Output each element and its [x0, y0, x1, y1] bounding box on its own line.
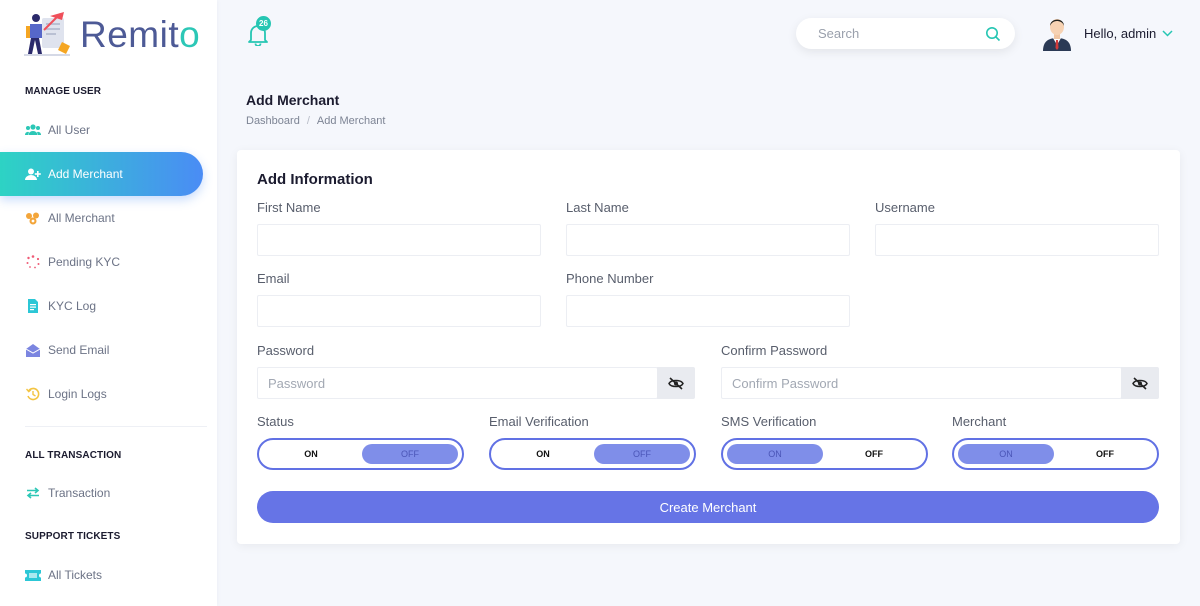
merchant-toggle[interactable]: ON OFF: [952, 438, 1159, 470]
email-field[interactable]: [257, 295, 541, 327]
toggle-confirm-password-visibility-button[interactable]: [1121, 367, 1159, 399]
first-name-label: First Name: [257, 200, 321, 215]
avatar[interactable]: [1040, 15, 1074, 51]
breadcrumb-current: Add Merchant: [316, 115, 386, 127]
search-icon[interactable]: [985, 26, 1001, 42]
sidebar-item-transaction[interactable]: Transaction: [0, 471, 203, 515]
sidebar-item-send-email[interactable]: Send Email: [0, 328, 203, 372]
sidebar: Remito MANAGE USER All User Add Merchant…: [0, 0, 217, 606]
sidebar-item-add-merchant[interactable]: Add Merchant: [0, 152, 203, 196]
sidebar-item-label: Pending KYC: [48, 255, 121, 269]
toggle-off-option[interactable]: OFF: [1057, 444, 1153, 464]
sidebar-item-label: Login Logs: [48, 387, 107, 401]
sidebar-item-all-user[interactable]: All User: [0, 108, 203, 152]
phone-label: Phone Number: [566, 271, 654, 286]
ticket-icon: [25, 568, 41, 582]
toggle-on-option[interactable]: ON: [958, 444, 1054, 464]
sidebar-item-pending-kyc[interactable]: Pending KYC: [0, 240, 203, 284]
merchant-label: Merchant: [952, 414, 1007, 429]
user-menu[interactable]: Hello, admin: [1084, 26, 1173, 41]
confirm-password-field[interactable]: [721, 367, 1122, 399]
search-bar: [796, 18, 1015, 49]
user-greeting: Hello, admin: [1084, 26, 1157, 41]
status-label: Status: [257, 414, 294, 429]
toggle-off-option[interactable]: OFF: [362, 444, 458, 464]
sms-verification-label: SMS Verification: [721, 414, 817, 429]
eye-slash-icon: [668, 376, 684, 390]
users-icon: [25, 123, 41, 137]
spinner-icon: [25, 255, 41, 269]
breadcrumb-separator: /: [306, 115, 310, 127]
section-manage-user: MANAGE USER: [25, 86, 102, 97]
breadcrumb: Dashboard / Add Merchant: [246, 115, 385, 127]
card-title: Add Information: [257, 171, 373, 188]
create-merchant-button[interactable]: Create Merchant: [257, 491, 1159, 523]
email-label: Email: [257, 271, 290, 286]
toggle-off-option[interactable]: OFF: [826, 444, 922, 464]
status-toggle[interactable]: ON OFF: [257, 438, 464, 470]
brand-name: Remito: [80, 12, 200, 58]
email-verification-toggle[interactable]: ON OFF: [489, 438, 696, 470]
last-name-field[interactable]: [566, 224, 850, 256]
sidebar-item-all-merchant[interactable]: All Merchant: [0, 196, 203, 240]
toggle-password-visibility-button[interactable]: [657, 367, 695, 399]
breadcrumb-dashboard[interactable]: Dashboard: [246, 115, 300, 127]
sidebar-item-label: All Merchant: [48, 211, 115, 225]
chevron-down-icon: [1162, 30, 1173, 37]
confirm-password-label: Confirm Password: [721, 343, 828, 358]
sms-verification-toggle[interactable]: ON OFF: [721, 438, 928, 470]
sidebar-item-label: All User: [48, 123, 91, 137]
toggle-on-option[interactable]: ON: [495, 444, 591, 464]
document-icon: [25, 299, 41, 313]
toggle-on-option[interactable]: ON: [727, 444, 823, 464]
username-label: Username: [875, 200, 935, 215]
email-verification-label: Email Verification: [489, 414, 589, 429]
password-label: Password: [257, 343, 315, 358]
exchange-icon: [25, 486, 41, 500]
sidebar-divider: [25, 426, 207, 427]
password-field[interactable]: [257, 367, 658, 399]
section-support-tickets: SUPPORT TICKETS: [25, 531, 121, 542]
sidebar-item-login-logs[interactable]: Login Logs: [0, 372, 203, 416]
username-field[interactable]: [875, 224, 1159, 256]
phone-number-field[interactable]: [566, 295, 850, 327]
sidebar-item-label: KYC Log: [48, 299, 97, 313]
history-icon: [25, 387, 41, 401]
brand-name-main: Remit: [80, 14, 180, 55]
sidebar-item-label: All Tickets: [48, 568, 103, 582]
eye-slash-icon: [1132, 376, 1148, 390]
brand-logo[interactable]: Remito: [24, 12, 200, 58]
sidebar-item-label: Add Merchant: [48, 167, 123, 181]
section-all-transaction: ALL TRANSACTION: [25, 450, 122, 461]
first-name-field[interactable]: [257, 224, 541, 256]
brand-name-accent: o: [179, 14, 201, 55]
envelope-open-icon: [25, 343, 41, 357]
search-input[interactable]: [818, 26, 978, 41]
logo-illustration-icon: [24, 12, 74, 58]
add-merchant-card: Add Information First Name Last Name Use…: [237, 150, 1180, 544]
toggle-off-option[interactable]: OFF: [594, 444, 690, 464]
user-plus-icon: [25, 167, 41, 181]
sidebar-item-label: Transaction: [48, 486, 111, 500]
notification-count-badge: 26: [256, 16, 271, 31]
last-name-label: Last Name: [566, 200, 629, 215]
merchants-icon: [25, 211, 41, 225]
sidebar-item-all-tickets[interactable]: All Tickets: [0, 553, 203, 597]
sidebar-item-kyc-log[interactable]: KYC Log: [0, 284, 203, 328]
sidebar-item-label: Send Email: [48, 343, 110, 357]
toggle-on-option[interactable]: ON: [263, 444, 359, 464]
page-title: Add Merchant: [246, 92, 340, 108]
